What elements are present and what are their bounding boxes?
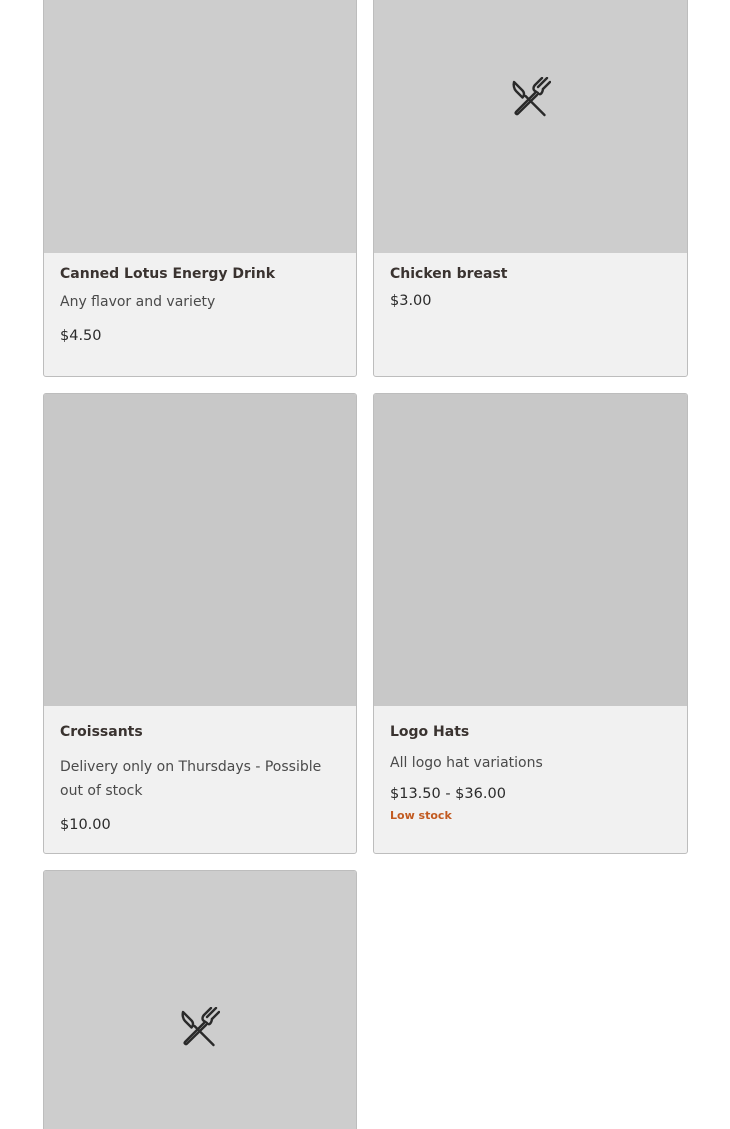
product-card-body: Croissants Delivery only on Thursdays - …: [60, 706, 340, 853]
product-price: $3.00: [390, 293, 432, 309]
product-card-body: Logo Hats All logo hat variations $13.50…: [390, 706, 671, 853]
product-card[interactable]: Logo Hats All logo hat variations $13.50…: [373, 393, 688, 854]
product-image-placeholder: [44, 0, 356, 253]
product-grid: Canned Lotus Energy Drink Any flavor and…: [0, 0, 730, 1129]
utensils-icon: [511, 77, 551, 117]
product-description: All logo hat variations: [390, 755, 543, 771]
product-description: Delivery only on Thursdays - Possible ou…: [60, 759, 322, 799]
product-image-placeholder: [374, 394, 687, 706]
product-card[interactable]: Croissants Delivery only on Thursdays - …: [43, 393, 357, 854]
product-price: $4.50: [60, 328, 102, 344]
product-title: Croissants: [60, 724, 143, 740]
product-card-body: Chicken breast $3.00: [390, 253, 671, 376]
product-image-placeholder: [374, 0, 687, 253]
product-title: Logo Hats: [390, 724, 470, 740]
utensils-icon: [181, 1007, 220, 1047]
product-image-placeholder: [44, 394, 356, 706]
product-card[interactable]: Chicken breast $3.00: [373, 0, 688, 377]
product-title: Chicken breast: [390, 266, 508, 282]
product-title: Canned Lotus Energy Drink: [60, 266, 276, 282]
product-image-placeholder: [44, 871, 356, 1129]
product-price: $10.00: [60, 817, 111, 833]
stock-status-badge: Low stock: [390, 809, 452, 822]
product-card-body: Canned Lotus Energy Drink Any flavor and…: [60, 253, 340, 376]
product-description: Any flavor and variety: [60, 294, 216, 310]
product-price: $13.50 - $36.00: [390, 786, 506, 802]
product-card[interactable]: Canned Lotus Energy Drink Any flavor and…: [43, 0, 357, 377]
product-card[interactable]: [43, 870, 357, 1129]
